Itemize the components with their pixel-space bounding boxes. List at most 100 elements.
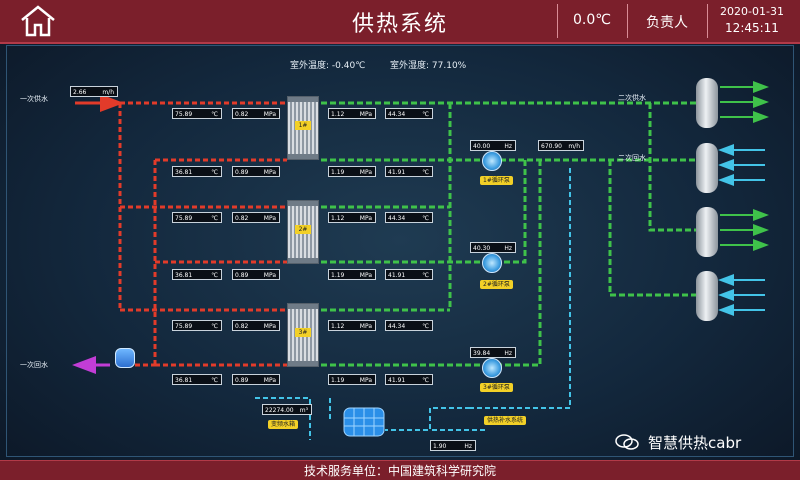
value-text: 75.89 xyxy=(175,323,193,330)
unit-text: ℃ xyxy=(422,377,429,384)
unit-text: MPa xyxy=(359,272,372,279)
unit-text: MPa xyxy=(263,215,276,222)
pipe-network xyxy=(72,81,769,440)
hx1-out-return-press: 1.19 MPa xyxy=(328,166,376,177)
water-tank-volume-box: 22274.00 m³ xyxy=(262,404,312,415)
unit-text: ℃ xyxy=(211,377,218,384)
label-secondary-return: 二次回水 xyxy=(618,154,646,162)
user-tank-4[interactable] xyxy=(696,271,718,321)
hx3-out-supply-temp: 44.34 ℃ xyxy=(385,320,433,331)
unit-text: ℃ xyxy=(211,272,218,279)
unit-text: MPa xyxy=(263,169,276,176)
hx-plate xyxy=(288,97,318,102)
hx-plate xyxy=(288,154,318,159)
circulation-pump-2-icon[interactable] xyxy=(482,253,502,273)
unit-text: ℃ xyxy=(422,169,429,176)
unit-text: MPa xyxy=(263,111,276,118)
hx1-in-return-temp: 36.81 ℃ xyxy=(172,166,222,177)
hx1-in-return-press: 0.89 MPa xyxy=(232,166,280,177)
hx1-out-return-temp: 41.91 ℃ xyxy=(385,166,433,177)
value-text: 0.89 xyxy=(235,169,249,176)
value-text: 41.91 xyxy=(388,272,406,279)
watermark-text: 智慧供热cabr xyxy=(648,434,742,452)
water-tank-icon[interactable] xyxy=(342,404,386,438)
value-text: 44.34 xyxy=(388,323,406,330)
makeup-tag: 供热补水系统 xyxy=(484,416,527,425)
hx1-in-supply-temp: 75.89 ℃ xyxy=(172,108,222,119)
secondary-flow-value: 670.90 xyxy=(541,143,562,150)
hx1-out-supply-press: 1.12 MPa xyxy=(328,108,376,119)
unit-text: MPa xyxy=(263,272,276,279)
unit-text: ℃ xyxy=(422,111,429,118)
hx2-in-supply-temp: 75.89 ℃ xyxy=(172,212,222,223)
value-text: 1.19 xyxy=(331,169,345,176)
value-text: 1.90 xyxy=(433,443,447,450)
unit-text: m³ xyxy=(299,407,308,414)
hx-plate xyxy=(288,304,318,309)
unit-text: MPa xyxy=(359,377,372,384)
pump1-tag: 1#循环泵 xyxy=(480,176,513,185)
value-text: 75.89 xyxy=(175,215,193,222)
heating-system-screen: 供热系统 0.0℃ 负责人 2020-01-31 12:45:11 室外温度: … xyxy=(0,0,800,480)
value-text: 0.82 xyxy=(235,323,249,330)
value-text: 40.00 xyxy=(473,143,491,150)
unit-text: Hz xyxy=(504,350,512,357)
primary-flow-box: 2.66 m/h xyxy=(70,86,118,97)
user-tank-1[interactable] xyxy=(696,78,718,128)
hx2-in-return-temp: 36.81 ℃ xyxy=(172,269,222,280)
pump3-freq-box: 39.84 Hz xyxy=(470,347,516,358)
footer: 技术服务单位：中国建筑科学研究院 xyxy=(0,460,800,480)
hx3-out-return-temp: 41.91 ℃ xyxy=(385,374,433,385)
primary-return-pump-icon[interactable] xyxy=(115,348,135,368)
value-text: 0.82 xyxy=(235,215,249,222)
value-text: 75.89 xyxy=(175,111,193,118)
value-text: 44.34 xyxy=(388,215,406,222)
unit-text: ℃ xyxy=(211,111,218,118)
hx2-in-return-press: 0.89 MPa xyxy=(232,269,280,280)
heat-exchanger-1[interactable]: 1# xyxy=(287,96,319,160)
heat-exchanger-2[interactable]: 2# xyxy=(287,200,319,264)
label-primary-return: 一次回水 xyxy=(20,361,48,369)
water-tank-tag: 变频水箱 xyxy=(268,420,299,429)
value-text: 1.12 xyxy=(331,215,345,222)
unit-text: ℃ xyxy=(211,323,218,330)
value-text: 22274.00 xyxy=(265,407,294,414)
value-text: 41.91 xyxy=(388,169,406,176)
hx-plate xyxy=(288,201,318,206)
hx2-in-supply-press: 0.82 MPa xyxy=(232,212,280,223)
unit-text: MPa xyxy=(359,111,372,118)
hx3-out-return-press: 1.19 MPa xyxy=(328,374,376,385)
makeup-freq-box: 1.90 Hz xyxy=(430,440,476,451)
pump3-tag: 3#循环泵 xyxy=(480,383,513,392)
value-text: 39.84 xyxy=(473,350,491,357)
unit-text: ℃ xyxy=(422,272,429,279)
unit-text: ℃ xyxy=(211,215,218,222)
value-text: 44.34 xyxy=(388,111,406,118)
value-text: 0.89 xyxy=(235,377,249,384)
label-primary-supply: 一次供水 xyxy=(20,95,48,103)
circulation-pump-3-icon[interactable] xyxy=(482,358,502,378)
value-text: 36.81 xyxy=(175,169,193,176)
pump2-freq-box: 40.30 Hz xyxy=(470,242,516,253)
circulation-pump-1-icon[interactable] xyxy=(482,151,502,171)
unit-text: MPa xyxy=(359,169,372,176)
hx1-out-supply-temp: 44.34 ℃ xyxy=(385,108,433,119)
hx3-in-supply-temp: 75.89 ℃ xyxy=(172,320,222,331)
label-secondary-supply: 二次供水 xyxy=(618,94,646,102)
value-text: 40.30 xyxy=(473,245,491,252)
pump2-tag: 2#循环泵 xyxy=(480,280,513,289)
hx-plate xyxy=(288,361,318,366)
hx3-out-supply-press: 1.12 MPa xyxy=(328,320,376,331)
user-tank-3[interactable] xyxy=(696,207,718,257)
secondary-flow-unit: m/h xyxy=(568,143,580,150)
wechat-icon xyxy=(615,434,639,450)
hx3-in-return-press: 0.89 MPa xyxy=(232,374,280,385)
unit-text: ℃ xyxy=(422,323,429,330)
heat-exchanger-3[interactable]: 3# xyxy=(287,303,319,367)
hx-tag: 2# xyxy=(295,225,311,234)
unit-text: Hz xyxy=(504,143,512,150)
hx2-out-supply-press: 1.12 MPa xyxy=(328,212,376,223)
value-text: 1.19 xyxy=(331,272,345,279)
user-tank-2[interactable] xyxy=(696,143,718,193)
primary-flow-value: 2.66 xyxy=(73,89,87,96)
